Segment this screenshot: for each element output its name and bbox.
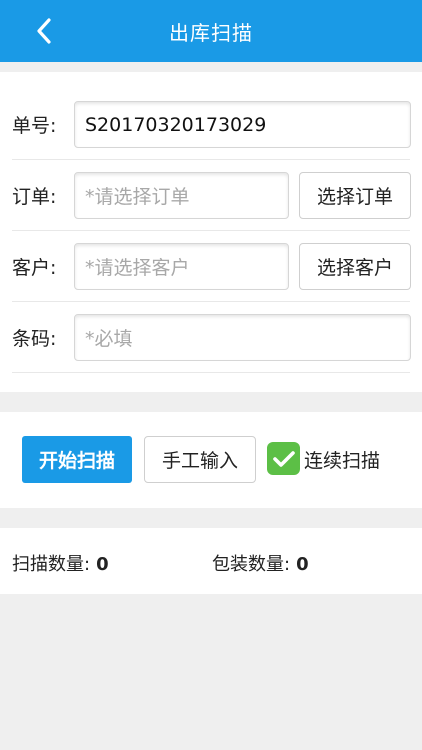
order-no-row: 单号: S20170320173029 xyxy=(0,89,422,160)
divider xyxy=(12,372,410,373)
barcode-label: 条码: xyxy=(12,328,57,350)
stats-panel: 扫描数量: 0 包装数量: 0 xyxy=(0,528,422,594)
select-customer-button[interactable]: 选择客户 xyxy=(299,243,411,290)
customer-input[interactable]: *请选择客户 xyxy=(74,243,289,290)
scan-form: 单号: S20170320173029 订单: *请选择订单 选择订单 客户: … xyxy=(0,72,422,392)
barcode-input[interactable]: *必填 xyxy=(74,314,411,361)
order-no-label: 单号: xyxy=(12,115,57,137)
select-order-button[interactable]: 选择订单 xyxy=(299,172,411,219)
chevron-left-icon xyxy=(37,18,51,44)
package-count-label: 包装数量: xyxy=(212,554,291,575)
start-scan-button[interactable]: 开始扫描 xyxy=(22,436,132,483)
scan-count-value: 0 xyxy=(96,554,109,575)
barcode-row: 条码: *必填 xyxy=(0,302,422,373)
order-label: 订单: xyxy=(12,186,57,208)
continuous-scan-label: 连续扫描 xyxy=(304,450,381,472)
app-header: 出库扫描 xyxy=(0,0,422,62)
checkmark-icon xyxy=(272,450,295,467)
order-row: 订单: *请选择订单 选择订单 xyxy=(0,160,422,231)
action-bar: 开始扫描 手工输入 连续扫描 xyxy=(0,412,422,508)
page-title: 出库扫描 xyxy=(169,20,253,45)
manual-input-button[interactable]: 手工输入 xyxy=(144,436,256,483)
back-button[interactable] xyxy=(30,17,58,45)
order-input[interactable]: *请选择订单 xyxy=(74,172,289,219)
customer-label: 客户: xyxy=(12,257,57,279)
continuous-scan-checkbox[interactable] xyxy=(267,442,300,475)
scan-count-stat: 扫描数量: 0 xyxy=(12,550,109,576)
package-count-stat: 包装数量: 0 xyxy=(212,550,309,576)
scan-count-label: 扫描数量: xyxy=(12,554,91,575)
customer-row: 客户: *请选择客户 选择客户 xyxy=(0,231,422,302)
order-no-field[interactable]: S20170320173029 xyxy=(74,101,411,148)
package-count-value: 0 xyxy=(296,554,309,575)
